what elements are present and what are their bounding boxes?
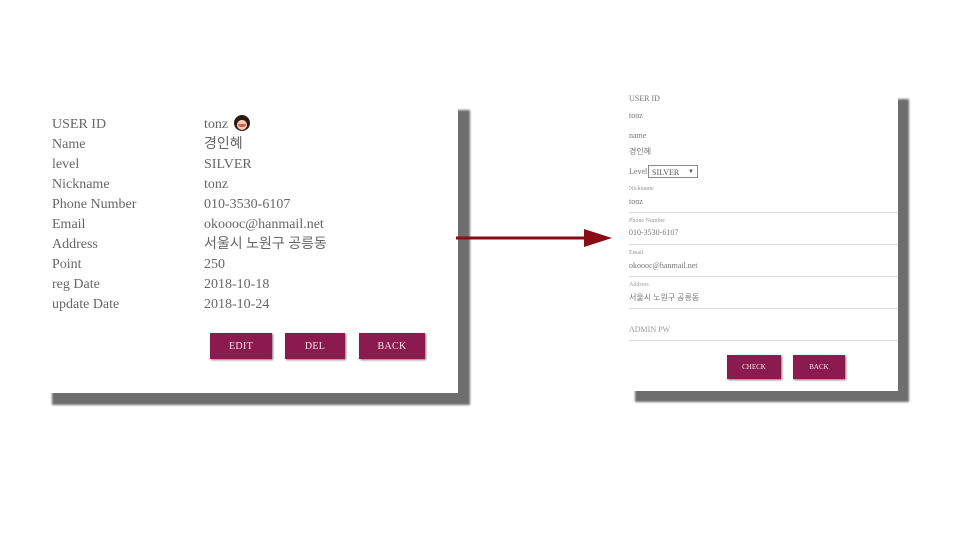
address-label: Address <box>52 237 98 252</box>
email-value: okoooc@hanmail.net <box>204 217 324 232</box>
level-value: SILVER <box>204 157 252 172</box>
divider <box>629 212 898 213</box>
point-value: 250 <box>204 257 225 272</box>
reg-date-label: reg Date <box>52 277 100 292</box>
user-edit-panel: USER ID tonz name 경인혜 Level SILVER ▼ Nic… <box>624 88 898 391</box>
email-field-label: Email <box>629 250 644 256</box>
phone-field[interactable]: 010-3530-6107 <box>629 228 678 237</box>
email-field[interactable]: okoooc@hanmail.net <box>629 261 697 270</box>
edit-name-label: name <box>629 131 647 140</box>
address-value: 서울시 노원구 공릉동 <box>204 237 327 252</box>
phone-value: 010-3530-6107 <box>204 197 291 212</box>
dropdown-caret-icon: ▼ <box>688 169 694 175</box>
level-label: level <box>52 157 80 172</box>
update-date-label: update Date <box>52 297 120 312</box>
level-select-value: SILVER <box>652 168 680 177</box>
delete-button[interactable]: DEL <box>285 333 345 359</box>
user-avatar-icon <box>234 115 251 131</box>
nickname-field[interactable]: tonz <box>629 197 643 206</box>
user-id-value: tonz <box>204 117 229 132</box>
divider <box>629 276 898 277</box>
email-label: Email <box>52 217 86 232</box>
nickname-label: Nickname <box>52 177 110 192</box>
admin-password-input[interactable]: ADMIN PW <box>629 325 670 334</box>
edit-level-label: Level <box>629 167 648 176</box>
user-detail-panel: USER ID tonz Name 경인혜 level SILVER Nickn… <box>40 98 458 393</box>
nickname-value: tonz <box>204 177 229 192</box>
name-label: Name <box>52 137 86 152</box>
back-button[interactable]: BACK <box>359 333 425 359</box>
point-label: Point <box>52 257 82 272</box>
divider <box>629 244 898 245</box>
phone-field-label: Phone Number <box>629 218 666 224</box>
divider <box>629 308 898 309</box>
address-field[interactable]: 서울시 노원구 공릉동 <box>629 292 699 303</box>
nickname-field-label: Nickname <box>629 186 654 192</box>
check-button[interactable]: CHECK <box>727 355 781 379</box>
edit-button[interactable]: EDIT <box>210 333 272 359</box>
reg-date-value: 2018-10-18 <box>204 277 270 292</box>
divider <box>629 340 898 341</box>
update-date-value: 2018-10-24 <box>204 297 270 312</box>
level-select[interactable]: SILVER ▼ <box>648 165 698 178</box>
edit-back-button[interactable]: BACK <box>793 355 845 379</box>
edit-user-id-label: USER ID <box>629 94 660 103</box>
phone-label: Phone Number <box>52 197 137 212</box>
right-arrow-icon <box>456 229 612 247</box>
address-field-label: Address <box>629 282 649 288</box>
name-value: 경인혜 <box>204 137 243 152</box>
user-id-label: USER ID <box>52 117 107 132</box>
edit-user-id-value: tonz <box>629 111 643 120</box>
edit-name-value: 경인혜 <box>629 147 652 156</box>
